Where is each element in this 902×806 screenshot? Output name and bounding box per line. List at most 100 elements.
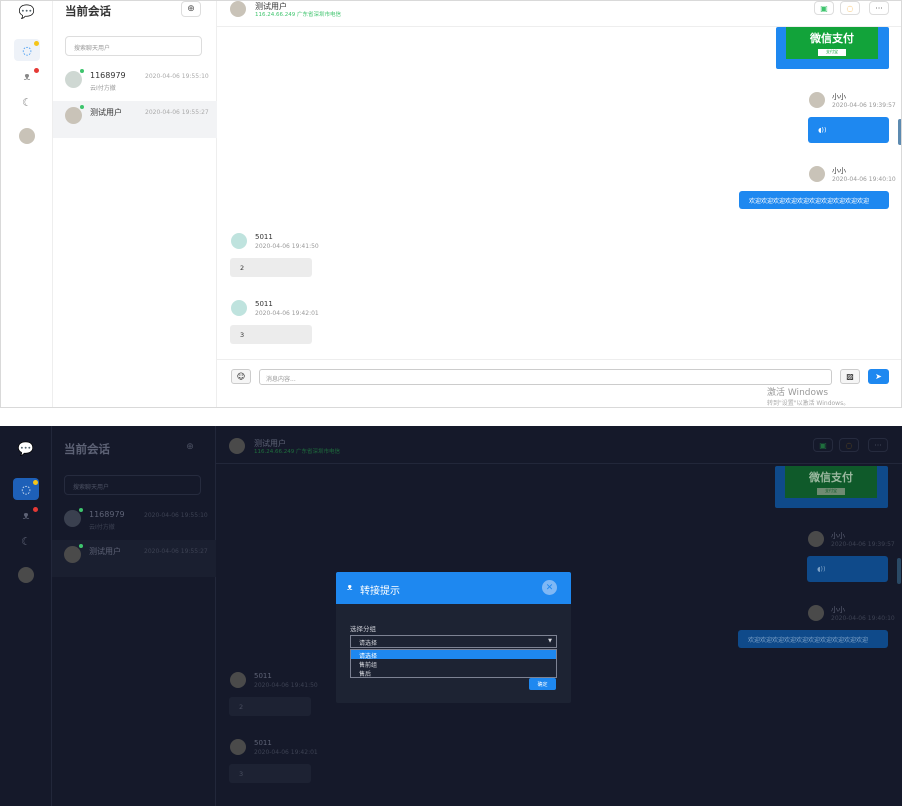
message-input[interactable]: 消息内容... bbox=[259, 369, 832, 385]
group-select-value: 请选择 bbox=[359, 640, 378, 647]
pay-image-message[interactable]: 微信支付 支付宝 bbox=[776, 27, 889, 69]
session-item-active[interactable]: 测试用户 2020-04-06 19:55:27 bbox=[52, 540, 216, 577]
text-message[interactable]: 2 bbox=[229, 697, 311, 716]
screen-divider bbox=[0, 408, 902, 426]
session-title: 当前会话 bbox=[64, 442, 110, 456]
msg-name: 5011 bbox=[254, 739, 272, 747]
chat-user-ip: 116.24.66.249 广东省深圳市电信 bbox=[254, 449, 340, 455]
session-name: 测试用户 bbox=[90, 108, 122, 117]
msg-time: 2020-04-06 19:40:10 bbox=[831, 615, 895, 622]
logo-chat-icon: 💬 bbox=[18, 4, 36, 20]
avatar bbox=[231, 233, 247, 249]
left-rail: 💬 ◌ ᴥ ☾ bbox=[0, 426, 52, 806]
session-name: 测试用户 bbox=[89, 547, 121, 556]
archive-icon[interactable]: ▣ bbox=[814, 1, 834, 15]
chat-header: 测试用户 116.24.66.249 广东省深圳市电信 ▣ ◌ ··· bbox=[216, 438, 902, 464]
text-message[interactable]: 2 bbox=[230, 258, 312, 277]
session-title: 当前会话 bbox=[65, 4, 111, 18]
voice-icon: ◖)) bbox=[817, 565, 826, 573]
group-label: 选择分组 bbox=[350, 625, 376, 633]
confirm-button[interactable]: 确定 bbox=[529, 678, 556, 690]
avatar bbox=[230, 1, 246, 17]
avatar bbox=[231, 300, 247, 316]
chat-badge bbox=[34, 41, 39, 46]
msg-time: 2020-04-06 19:41:50 bbox=[255, 243, 319, 250]
emoji-button[interactable]: ☺ bbox=[231, 369, 251, 384]
avatar bbox=[808, 531, 824, 547]
online-dot bbox=[80, 69, 84, 73]
more-icon[interactable]: ··· bbox=[868, 438, 888, 452]
session-time: 2020-04-06 19:55:27 bbox=[145, 109, 209, 116]
moon-icon[interactable]: ☾ bbox=[13, 530, 39, 552]
group-options: 请选择 售前组 售后 bbox=[350, 649, 557, 678]
text-message[interactable]: 欢迎欢迎欢迎欢迎欢迎欢迎欢迎欢迎欢迎欢迎 bbox=[739, 191, 889, 209]
archive-icon[interactable]: ▣ bbox=[813, 438, 833, 452]
session-item[interactable]: 1168979 云I付方撤 2020-04-06 19:55:10 bbox=[53, 65, 217, 102]
msg-time: 2020-04-06 19:41:50 bbox=[254, 682, 318, 689]
search-input[interactable]: 搜索聊天用户 bbox=[64, 475, 201, 495]
avatar bbox=[64, 510, 81, 527]
avatar bbox=[230, 672, 246, 688]
avatar bbox=[64, 546, 81, 563]
watermark-title: 激活 Windows bbox=[767, 388, 829, 398]
transfer-icon[interactable]: ◌ bbox=[840, 1, 860, 15]
avatar bbox=[809, 92, 825, 108]
user-avatar[interactable] bbox=[13, 564, 39, 586]
pay-sub: 支付宝 bbox=[818, 49, 846, 56]
search-input[interactable]: 搜索聊天用户 bbox=[65, 36, 202, 56]
avatar bbox=[65, 107, 82, 124]
edge-handle bbox=[897, 558, 901, 584]
group-option[interactable]: 售前组 bbox=[351, 659, 556, 669]
session-preview: 云I付方撤 bbox=[89, 524, 115, 531]
text-message[interactable]: 3 bbox=[230, 325, 312, 344]
chat-badge bbox=[33, 480, 38, 485]
more-icon[interactable]: ··· bbox=[869, 1, 889, 15]
msg-name: 5011 bbox=[254, 672, 272, 680]
avatar bbox=[65, 71, 82, 88]
text-message[interactable]: 3 bbox=[229, 764, 311, 783]
transfer-icon[interactable]: ◌ bbox=[839, 438, 859, 452]
msg-time: 2020-04-06 19:42:01 bbox=[255, 310, 319, 317]
msg-time: 2020-04-06 19:39:57 bbox=[832, 102, 896, 109]
pay-sub: 支付宝 bbox=[817, 488, 845, 495]
logo-chat-icon: 💬 bbox=[17, 441, 35, 457]
online-dot bbox=[80, 105, 84, 109]
session-item-active[interactable]: 测试用户 2020-04-06 19:55:27 bbox=[53, 101, 217, 138]
group-option[interactable]: 售后 bbox=[351, 668, 556, 678]
msg-name: 5011 bbox=[255, 300, 273, 308]
msg-name: 小小 bbox=[831, 532, 845, 540]
group-option[interactable]: 请选择 bbox=[351, 650, 556, 660]
transfer-user-icon: ᴥ bbox=[347, 583, 353, 593]
add-session-button[interactable]: ⊕ bbox=[180, 439, 200, 455]
session-name: 1168979 bbox=[90, 71, 126, 80]
add-session-button[interactable]: ⊕ bbox=[181, 1, 201, 17]
online-dot bbox=[79, 544, 83, 548]
moon-icon[interactable]: ☾ bbox=[14, 91, 40, 113]
online-dot bbox=[79, 508, 83, 512]
msg-name: 5011 bbox=[255, 233, 273, 241]
msg-name: 小小 bbox=[832, 93, 846, 101]
chat-header: 测试用户 116.24.66.249 广东省深圳市电信 ▣ ◌ ··· bbox=[217, 1, 901, 27]
session-time: 2020-04-06 19:55:10 bbox=[144, 512, 208, 519]
session-item[interactable]: 1168979 云I付方撤 2020-04-06 19:55:10 bbox=[52, 504, 216, 541]
close-icon[interactable]: ✕ bbox=[542, 580, 557, 595]
avatar bbox=[809, 166, 825, 182]
pay-image-message[interactable]: 微信支付 支付宝 bbox=[775, 466, 888, 508]
msg-time: 2020-04-06 19:40:10 bbox=[832, 176, 896, 183]
contacts-badge bbox=[33, 507, 38, 512]
voice-message[interactable]: ◖)) bbox=[808, 117, 889, 143]
group-select[interactable]: 请选择 ▼ bbox=[350, 635, 557, 648]
user-avatar[interactable] bbox=[14, 125, 40, 147]
dialog-title: 转接提示 bbox=[360, 586, 400, 597]
dark-screen: 💬 ◌ ᴥ ☾ 当前会话 ⊕ 搜索聊天用户 1168979 云I付方撤 2020… bbox=[0, 426, 902, 806]
voice-message[interactable]: ◖)) bbox=[807, 556, 888, 582]
session-time: 2020-04-06 19:55:10 bbox=[145, 73, 209, 80]
msg-time: 2020-04-06 19:42:01 bbox=[254, 749, 318, 756]
voice-icon: ◖)) bbox=[818, 126, 827, 134]
send-button[interactable]: ➤ bbox=[868, 369, 889, 384]
msg-time: 2020-04-06 19:39:57 bbox=[831, 541, 895, 548]
pay-title: 微信支付 bbox=[809, 471, 853, 484]
text-message[interactable]: 欢迎欢迎欢迎欢迎欢迎欢迎欢迎欢迎欢迎欢迎 bbox=[738, 630, 888, 648]
image-upload-button[interactable]: ▨ bbox=[840, 369, 860, 384]
avatar bbox=[808, 605, 824, 621]
